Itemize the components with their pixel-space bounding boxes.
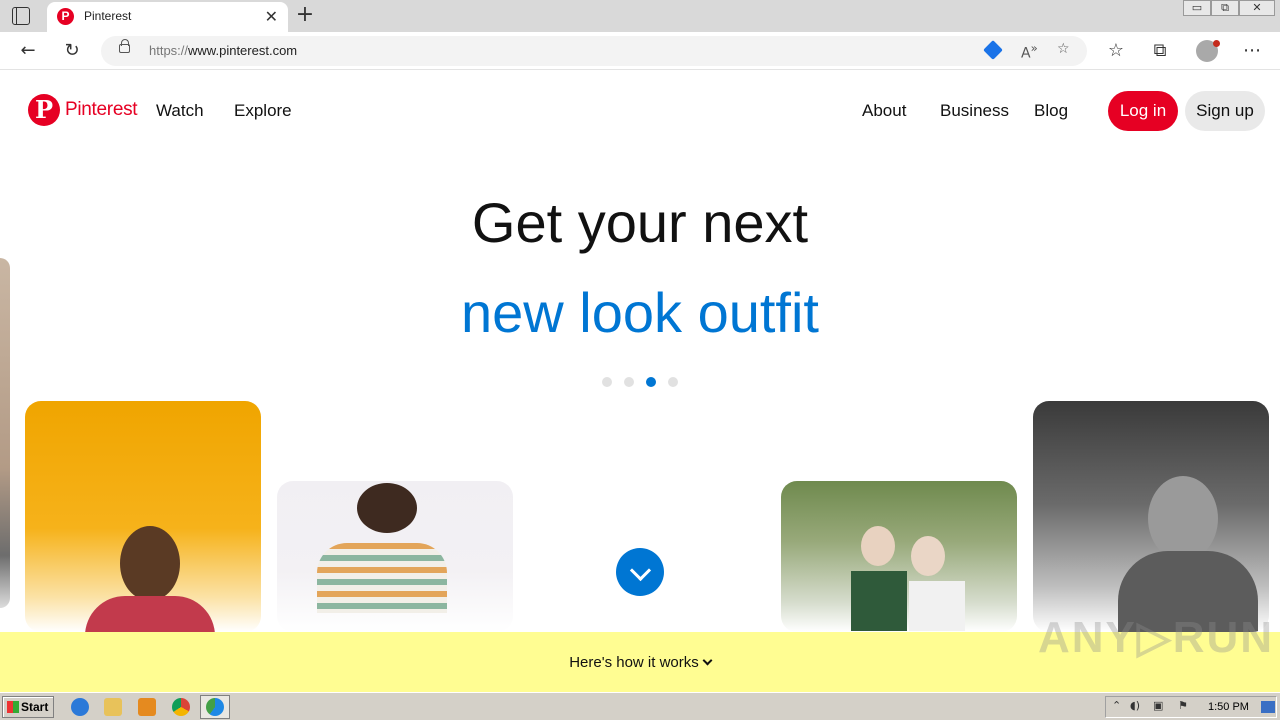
media-player-icon[interactable]: [138, 698, 156, 716]
minimize-button[interactable]: ▭: [1183, 0, 1211, 16]
nav-explore[interactable]: Explore: [234, 101, 292, 121]
image-card-partial: [0, 258, 10, 608]
how-it-works-label: Here's how it works: [569, 654, 699, 671]
chrome-icon[interactable]: [172, 698, 190, 716]
read-aloud-letter: A: [1021, 45, 1031, 62]
more-menu-icon[interactable]: ⋯: [1240, 39, 1264, 63]
scroll-down-chevron-icon[interactable]: [616, 548, 664, 596]
signup-button[interactable]: Sign up: [1185, 91, 1265, 131]
restore-button[interactable]: ⧉: [1211, 0, 1239, 16]
windows-taskbar: Start ⌃ ◖) ▣ ⚑ 1:50 PM: [0, 692, 1280, 720]
tab-actions-icon[interactable]: [12, 7, 30, 25]
read-aloud-icon[interactable]: A»: [1021, 41, 1038, 62]
carousel-dot[interactable]: [602, 377, 612, 387]
nav-business[interactable]: Business: [940, 101, 1009, 121]
new-tab-button[interactable]: +: [294, 2, 316, 28]
lock-icon[interactable]: [119, 39, 130, 53]
address-bar[interactable]: https://www.pinterest.com A» ☆: [101, 36, 1087, 66]
brand-name[interactable]: Pinterest: [65, 99, 138, 121]
carousel-dot[interactable]: [668, 377, 678, 387]
image-card-friends: [781, 481, 1017, 632]
tab-close-icon[interactable]: ✕: [265, 7, 278, 26]
favorites-icon[interactable]: ☆: [1104, 39, 1128, 63]
hero-subheadline: new look outfit: [461, 281, 819, 344]
read-aloud-sup: »: [1030, 41, 1038, 55]
url-scheme: https://: [149, 43, 189, 58]
anyrun-watermark: ANY▷RUN: [1038, 613, 1275, 662]
clock[interactable]: 1:50 PM: [1208, 701, 1249, 713]
white-top: [909, 581, 965, 631]
hero-headline: Get your next: [471, 191, 809, 254]
internet-explorer-icon[interactable]: [71, 698, 89, 716]
tray-arrow-icon[interactable]: ⌃: [1112, 699, 1121, 712]
carousel-dot[interactable]: [646, 377, 656, 387]
profile-avatar[interactable]: [1196, 40, 1220, 62]
person-photo: [120, 526, 180, 601]
file-explorer-icon[interactable]: [104, 698, 122, 716]
chevron-down-icon: [702, 655, 713, 666]
taskbar-edge-button[interactable]: [200, 695, 230, 719]
shirt-shape: [85, 596, 215, 632]
green-top: [851, 571, 907, 631]
striped-shirt: [317, 543, 447, 613]
flag-icon[interactable]: ⚑: [1178, 699, 1188, 712]
close-window-button[interactable]: ✕: [1239, 0, 1275, 16]
pinterest-favicon-icon: P: [57, 8, 74, 25]
show-desktop-icon[interactable]: [1261, 701, 1275, 713]
nav-about[interactable]: About: [862, 101, 906, 121]
image-card-yellow: [25, 401, 261, 632]
start-button[interactable]: Start: [2, 696, 54, 718]
nav-blog[interactable]: Blog: [1034, 101, 1068, 121]
refresh-icon[interactable]: ↻: [60, 39, 84, 63]
carousel-dot[interactable]: [624, 377, 634, 387]
image-card-portrait: [1033, 401, 1269, 632]
tab-title: Pinterest: [84, 9, 132, 23]
person-photo: [1148, 476, 1218, 561]
network-icon[interactable]: ▣: [1153, 699, 1163, 712]
windows-logo-icon: [7, 701, 19, 713]
shopping-tag-icon[interactable]: [983, 40, 1003, 60]
collections-icon[interactable]: ⧉: [1148, 39, 1172, 63]
add-favorite-icon[interactable]: ☆: [1057, 41, 1070, 57]
url-host: www.pinterest.com: [188, 43, 298, 58]
browser-tab[interactable]: P Pinterest ✕: [47, 2, 288, 32]
url-text[interactable]: https://www.pinterest.com: [149, 43, 297, 58]
person-photo: [357, 483, 417, 533]
back-icon[interactable]: ←: [16, 39, 40, 63]
edge-icon: [206, 698, 224, 716]
volume-icon[interactable]: ◖): [1130, 699, 1140, 712]
nav-watch[interactable]: Watch: [156, 101, 204, 121]
start-label: Start: [21, 700, 49, 714]
login-button[interactable]: Log in: [1108, 91, 1178, 131]
browser-toolbar: ← ↻ https://www.pinterest.com A» ☆ ☆ ⧉ ⋯: [0, 32, 1280, 70]
pinterest-logo-icon[interactable]: P: [28, 94, 60, 126]
person-photo: [861, 526, 895, 566]
person-photo: [911, 536, 945, 576]
browser-tab-strip: P Pinterest ✕ + ▭ ⧉ ✕: [0, 0, 1280, 32]
image-card-striped-shirt: [277, 481, 513, 632]
